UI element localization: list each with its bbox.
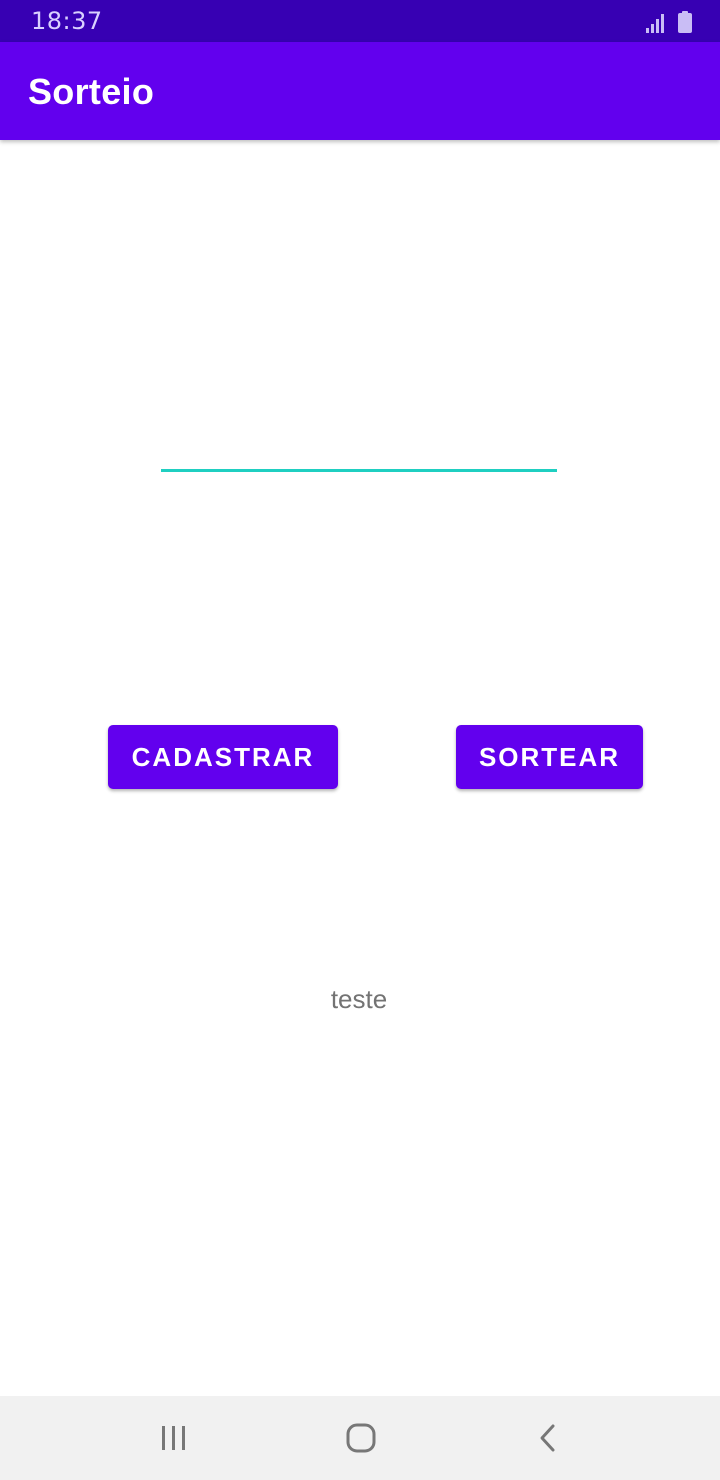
home-button[interactable]	[333, 1410, 389, 1466]
recents-button[interactable]	[146, 1410, 202, 1466]
home-icon	[346, 1423, 376, 1453]
name-input[interactable]	[161, 420, 557, 472]
back-button[interactable]	[520, 1410, 576, 1466]
app-bar: Sorteio	[0, 42, 720, 140]
app-screen: 18:37 Sorteio CADASTRAR SORTEAR teste	[0, 0, 720, 1480]
cadastrar-button[interactable]: CADASTRAR	[108, 725, 338, 789]
status-icons	[646, 9, 692, 33]
battery-icon	[678, 11, 692, 33]
signal-icon	[646, 13, 666, 33]
recents-icon	[162, 1426, 185, 1450]
result-text: teste	[330, 984, 388, 1014]
status-bar: 18:37	[0, 0, 720, 42]
status-time: 18:37	[31, 7, 103, 35]
back-icon	[540, 1424, 555, 1452]
navigation-bar	[0, 1396, 720, 1480]
page-title: Sorteio	[28, 71, 155, 112]
sortear-button[interactable]: SORTEAR	[456, 725, 643, 789]
